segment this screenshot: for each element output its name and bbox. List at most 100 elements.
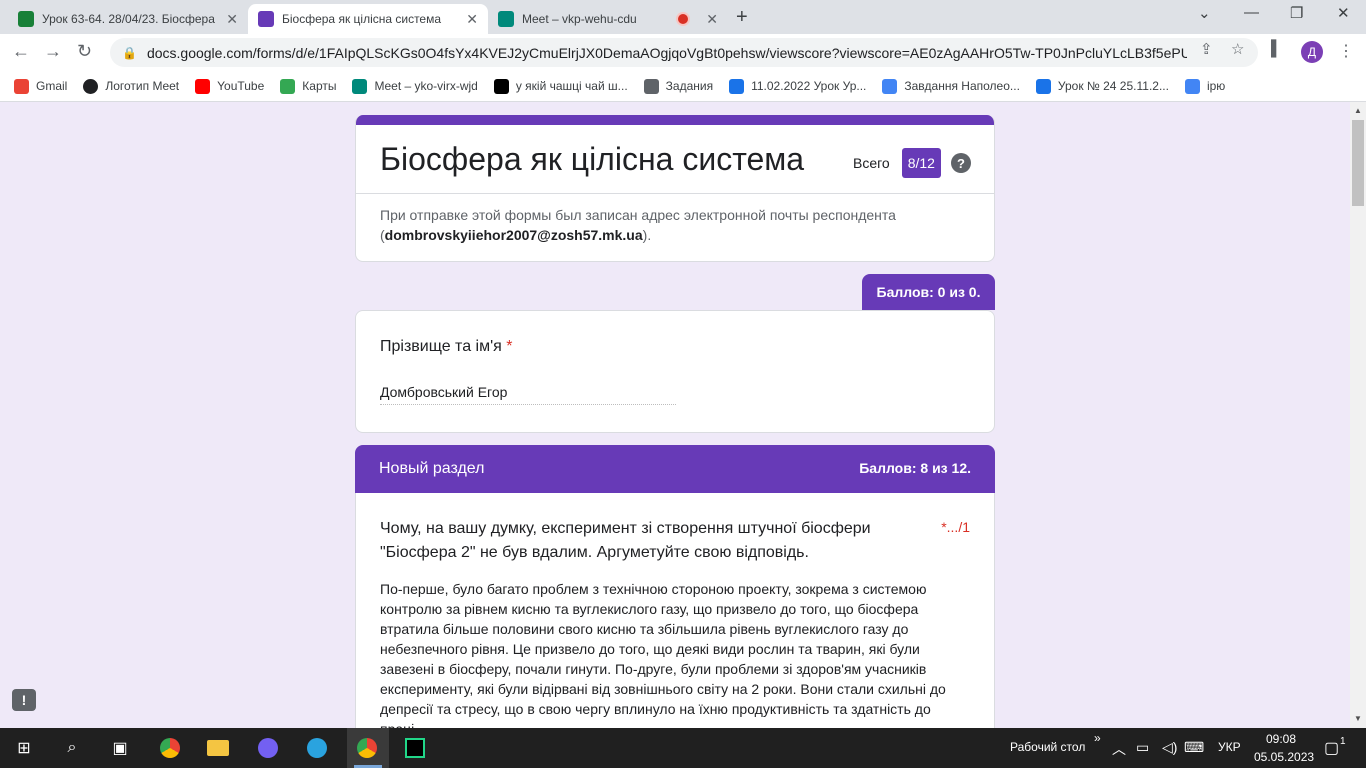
close-icon[interactable]: ✕ bbox=[466, 11, 478, 28]
form-page: Біосфера як цілісна система Всего 8/12 ?… bbox=[0, 102, 1350, 728]
scroll-down-icon[interactable]: ▼ bbox=[1354, 714, 1362, 723]
folder-shape bbox=[207, 740, 229, 756]
classroom-icon bbox=[643, 78, 659, 94]
maps-icon bbox=[280, 78, 296, 94]
restore-icon[interactable]: ❐ bbox=[1290, 4, 1303, 22]
clock-date[interactable]: 05.05.2023 bbox=[1254, 750, 1314, 764]
chrome-profile-icon[interactable] bbox=[355, 736, 379, 760]
bookmark-napoleon[interactable]: Завдання Наполео... bbox=[882, 78, 1020, 94]
volume-icon[interactable]: ◁) bbox=[1162, 739, 1177, 756]
bookmark-lesson-24[interactable]: Урок № 24 25.11.2... bbox=[1035, 78, 1169, 94]
total-label: Всего bbox=[853, 155, 890, 171]
file-explorer-icon[interactable] bbox=[206, 736, 230, 760]
viber-logo bbox=[258, 738, 278, 758]
classroom-icon bbox=[1035, 78, 1051, 94]
divider bbox=[356, 193, 994, 194]
chrome-logo bbox=[357, 738, 377, 758]
window-close-icon[interactable]: ✕ bbox=[1337, 4, 1350, 22]
task-view-icon[interactable]: ▣ bbox=[108, 736, 132, 760]
scroll-thumb[interactable] bbox=[1352, 120, 1364, 206]
bookmark-maps[interactable]: Карты bbox=[280, 78, 337, 94]
share-icon[interactable]: ⇪ bbox=[1200, 40, 1213, 58]
reload-icon[interactable]: ↻ bbox=[77, 41, 92, 62]
pycharm-icon[interactable] bbox=[403, 736, 427, 760]
tab-form[interactable]: Біосфера як цілісна система ✕ bbox=[248, 4, 488, 34]
pycharm-logo bbox=[405, 738, 425, 758]
back-icon[interactable]: ← bbox=[12, 41, 30, 62]
scroll-up-icon[interactable]: ▲ bbox=[1354, 106, 1362, 115]
bookmark-label: у якій чашці чай ш... bbox=[515, 79, 628, 93]
bookmark-tasks[interactable]: Задания bbox=[643, 78, 713, 94]
gmail-icon bbox=[14, 78, 29, 94]
points-value: *.../1 bbox=[941, 519, 970, 535]
points-tab: Баллов: 0 из 0. bbox=[862, 274, 995, 310]
windows-start-icon[interactable]: ⊞ bbox=[12, 736, 36, 760]
search-icon[interactable]: ⌕ bbox=[60, 736, 84, 760]
bookmark-gmail[interactable]: Gmail bbox=[14, 78, 68, 94]
page-scrollbar[interactable]: ▲ ▼ bbox=[1350, 102, 1366, 728]
help-icon[interactable]: ? bbox=[950, 153, 971, 173]
classroom-icon bbox=[729, 78, 745, 94]
network-icon[interactable]: ▭ bbox=[1136, 739, 1149, 756]
bookmark-icon bbox=[493, 78, 509, 94]
chrome-icon[interactable] bbox=[158, 736, 182, 760]
address-bar[interactable]: 🔒 docs.google.com/forms/d/e/1FAIpQLScKGs… bbox=[110, 38, 1258, 67]
desktop-label[interactable]: Рабочий стол bbox=[1010, 740, 1085, 754]
essay-answer: По-перше, було багато проблем з технічно… bbox=[380, 581, 946, 728]
bookmark-iryu[interactable]: ірю bbox=[1184, 78, 1225, 94]
report-issue-icon[interactable]: ! bbox=[12, 689, 36, 711]
language-indicator[interactable]: УКР bbox=[1218, 740, 1241, 754]
bookmark-label: Карты bbox=[302, 79, 337, 93]
bookmark-lesson-1[interactable]: 11.02.2022 Урок Ур... bbox=[729, 78, 866, 94]
email-note: При отправке этой формы был записан адре… bbox=[380, 205, 970, 245]
section-title: Новый раздел bbox=[379, 460, 485, 477]
required-mark: * bbox=[506, 338, 513, 355]
tab-meet[interactable]: Meet – vkp-wehu-cdu ✕ bbox=[488, 4, 728, 34]
docs-icon bbox=[1184, 78, 1200, 94]
minimize-icon[interactable]: — bbox=[1244, 4, 1259, 21]
clock-time[interactable]: 09:08 bbox=[1266, 732, 1296, 746]
bookmark-label: Урок № 24 25.11.2... bbox=[1057, 79, 1169, 93]
chevron-icon[interactable]: » bbox=[1094, 731, 1101, 745]
meet-icon bbox=[498, 11, 514, 27]
bookmark-meet[interactable]: Meet – yko-virx-wjd bbox=[352, 78, 478, 94]
tab-title: Meet – vkp-wehu-cdu bbox=[522, 12, 637, 26]
youtube-icon bbox=[195, 78, 211, 94]
bookmark-label: Gmail bbox=[36, 79, 68, 93]
score-badge: 8/12 bbox=[901, 148, 941, 178]
tray-expand-icon[interactable]: ︿ bbox=[1112, 739, 1126, 759]
close-icon[interactable]: ✕ bbox=[226, 11, 238, 28]
bookmark-tea[interactable]: у якій чашці чай ш... bbox=[493, 78, 628, 94]
new-tab-button[interactable]: + bbox=[736, 6, 748, 29]
telegram-logo bbox=[307, 738, 327, 758]
url-text: docs.google.com/forms/d/e/1FAIpQLScKGs0O… bbox=[146, 44, 1187, 61]
viber-icon[interactable] bbox=[256, 736, 280, 760]
question-text: Чому, на вашу думку, експеримент зі ство… bbox=[380, 520, 871, 561]
lock-icon[interactable]: 🔒 bbox=[122, 46, 137, 60]
tab-search-icon[interactable]: ⌄ bbox=[1198, 4, 1211, 22]
form-header-card: Біосфера як цілісна система Всего 8/12 ?… bbox=[355, 115, 995, 262]
close-icon[interactable]: ✕ bbox=[706, 11, 718, 28]
bookmark-label: Завдання Наполео... bbox=[904, 79, 1020, 93]
tab-strip: Урок 63-64. 28/04/23. Біосфера ✕ Біосфер… bbox=[0, 0, 1366, 34]
respondent-email: dombrovskyiiehor2007@zosh57.mk.ua bbox=[384, 227, 643, 243]
keyboard-icon[interactable]: ⌨ bbox=[1184, 739, 1204, 756]
tab-lesson[interactable]: Урок 63-64. 28/04/23. Біосфера ✕ bbox=[8, 4, 248, 34]
tab-title: Біосфера як цілісна система bbox=[282, 12, 442, 26]
notifications-icon[interactable]: ▢ bbox=[1324, 738, 1339, 758]
recording-icon bbox=[678, 14, 689, 24]
bookmark-youtube[interactable]: YouTube bbox=[195, 78, 265, 94]
forward-icon[interactable]: → bbox=[44, 41, 62, 62]
profile-avatar[interactable]: Д bbox=[1301, 41, 1323, 63]
bookmark-star-icon[interactable]: ☆ bbox=[1231, 40, 1244, 58]
bookmark-meet-logo[interactable]: Логотип Meet bbox=[83, 78, 180, 94]
email-note-end: ). bbox=[642, 227, 652, 243]
form-title: Біосфера як цілісна система bbox=[380, 141, 805, 177]
side-panel-icon[interactable]: ▌ bbox=[1271, 40, 1282, 57]
tab-title: Урок 63-64. 28/04/23. Біосфера bbox=[42, 12, 215, 26]
docs-icon bbox=[882, 78, 898, 94]
telegram-icon[interactable] bbox=[305, 736, 329, 760]
bookmark-label: Логотип Meet bbox=[105, 79, 180, 93]
bookmark-label: YouTube bbox=[217, 79, 265, 93]
menu-icon[interactable]: ⋮ bbox=[1338, 41, 1354, 61]
